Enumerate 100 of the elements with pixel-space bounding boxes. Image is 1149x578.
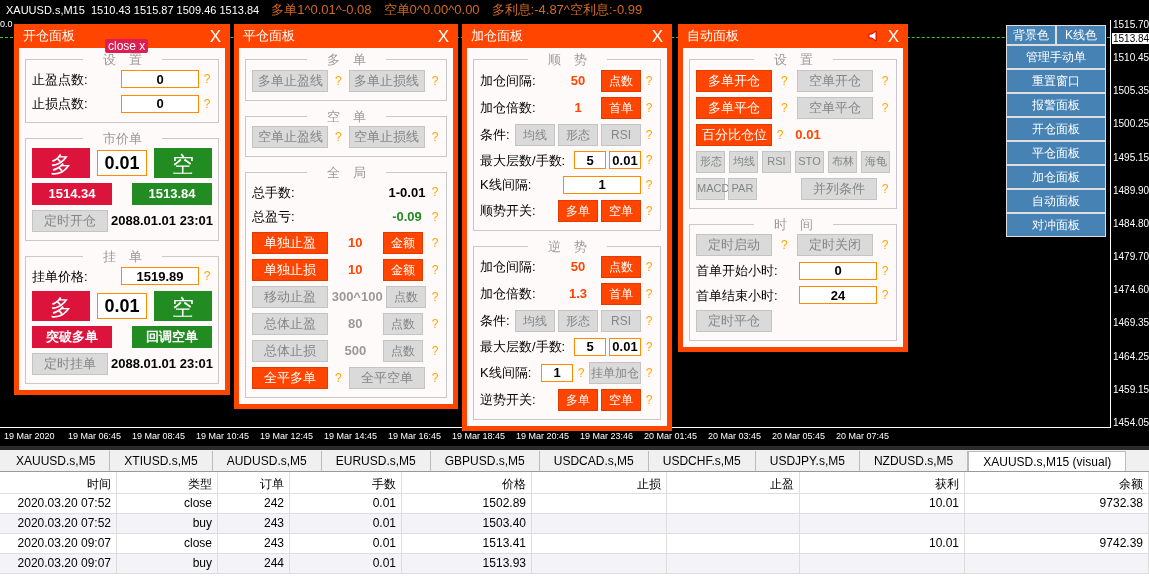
number-field[interactable]: 0.01 bbox=[609, 151, 641, 170]
help-mark[interactable]: ? bbox=[644, 285, 654, 303]
number-field[interactable]: 5 bbox=[574, 151, 606, 170]
help-mark[interactable]: ? bbox=[644, 175, 654, 194]
close-button[interactable]: X bbox=[437, 27, 449, 45]
menu-button[interactable]: 对冲面板 bbox=[1006, 213, 1106, 237]
menu-button[interactable]: 自动面板 bbox=[1006, 189, 1106, 213]
panel-button[interactable]: 挂单加仓 bbox=[589, 361, 641, 384]
panel-button[interactable]: 并列条件 bbox=[801, 177, 877, 200]
panel-button[interactable]: 定时平仓 bbox=[696, 310, 772, 332]
help-mark[interactable]: ? bbox=[644, 390, 654, 409]
help-mark[interactable]: ? bbox=[775, 125, 785, 144]
column-header[interactable]: 价格 bbox=[402, 472, 532, 494]
panel-button[interactable]: 空单止损线 bbox=[348, 126, 425, 148]
help-mark[interactable]: ? bbox=[430, 207, 440, 226]
panel-button[interactable]: 总体止盈 bbox=[252, 312, 328, 335]
help-mark[interactable]: ? bbox=[644, 151, 654, 170]
number-field[interactable]: 0.01 bbox=[97, 293, 147, 319]
column-header[interactable]: 手数 bbox=[290, 472, 402, 494]
menu-button[interactable]: 开仓面板 bbox=[1006, 117, 1106, 141]
panel-button[interactable]: 点数 bbox=[601, 256, 641, 278]
close-button[interactable]: X bbox=[651, 27, 663, 45]
help-mark[interactable]: ? bbox=[644, 258, 654, 276]
help-mark[interactable]: ? bbox=[430, 233, 440, 252]
number-field[interactable]: 1 bbox=[563, 175, 641, 194]
panel-button[interactable]: 首单 bbox=[601, 96, 641, 119]
panel-button[interactable]: 均线 bbox=[729, 150, 758, 173]
help-mark[interactable]: ? bbox=[644, 125, 654, 144]
help-mark[interactable]: ? bbox=[880, 98, 890, 117]
number-field[interactable]: 0.01 bbox=[609, 337, 641, 356]
help-mark[interactable]: ? bbox=[430, 314, 440, 333]
close-badge[interactable]: close x bbox=[105, 39, 149, 53]
panel-button[interactable]: 金额 bbox=[382, 258, 423, 281]
help-mark[interactable]: ? bbox=[430, 183, 440, 202]
panel-button[interactable]: 首单 bbox=[601, 283, 641, 305]
buy-button[interactable]: 1514.34 bbox=[32, 183, 112, 205]
help-mark[interactable]: ? bbox=[430, 128, 440, 146]
panel-button[interactable]: 定时开仓 bbox=[32, 210, 108, 232]
column-header[interactable]: 余额 bbox=[965, 472, 1149, 494]
panel-button[interactable]: 多单 bbox=[558, 388, 598, 411]
buy-button[interactable]: 突破多单 bbox=[32, 326, 112, 348]
panel-button[interactable]: 形态 bbox=[696, 150, 725, 173]
panel-button[interactable]: 多单 bbox=[558, 199, 598, 222]
column-header[interactable]: 类型 bbox=[117, 472, 218, 494]
buy-button[interactable]: 多 bbox=[32, 148, 90, 178]
number-field[interactable]: 0.01 bbox=[97, 150, 147, 176]
column-header[interactable]: 获利 bbox=[800, 472, 965, 494]
panel-button[interactable]: PAR bbox=[728, 177, 757, 200]
panel-button[interactable]: 点数 bbox=[382, 312, 423, 335]
panel-button[interactable]: 多单平仓 bbox=[696, 96, 772, 119]
help-mark[interactable]: ? bbox=[430, 341, 440, 360]
help-mark[interactable]: ? bbox=[202, 267, 212, 286]
panel-button[interactable]: 空单 bbox=[601, 388, 641, 411]
panel-button[interactable]: 单独止盈 bbox=[252, 231, 328, 254]
help-mark[interactable]: ? bbox=[202, 70, 212, 89]
close-button[interactable]: X bbox=[887, 27, 899, 45]
panel-button[interactable]: 多单开仓 bbox=[696, 69, 772, 92]
help-mark[interactable]: ? bbox=[880, 261, 890, 280]
number-field[interactable]: 5 bbox=[574, 337, 606, 356]
help-mark[interactable]: ? bbox=[644, 71, 654, 90]
help-mark[interactable]: ? bbox=[880, 286, 890, 305]
panel-button[interactable]: 形态 bbox=[558, 123, 598, 146]
panel-button[interactable]: STO bbox=[795, 150, 824, 173]
help-mark[interactable]: ? bbox=[333, 128, 344, 146]
panel-button[interactable]: 形态 bbox=[558, 310, 598, 332]
panel-button[interactable]: 定时启动 bbox=[696, 234, 772, 256]
sell-button[interactable]: 回调空单 bbox=[132, 326, 212, 348]
panel-button[interactable]: 总体止损 bbox=[252, 339, 328, 362]
close-button[interactable]: X bbox=[209, 27, 221, 45]
number-field[interactable]: 0 bbox=[121, 70, 199, 89]
help-mark[interactable]: ? bbox=[779, 71, 790, 90]
menu-button[interactable]: 平仓面板 bbox=[1006, 141, 1106, 165]
menu-button[interactable]: 管理手动单 bbox=[1006, 45, 1106, 69]
panel-button[interactable]: 点数 bbox=[382, 339, 423, 362]
help-mark[interactable]: ? bbox=[430, 287, 440, 306]
help-mark[interactable]: ? bbox=[644, 312, 654, 330]
panel-button[interactable]: RSI bbox=[762, 150, 791, 173]
panel-button[interactable]: 均线 bbox=[515, 123, 555, 146]
number-field[interactable]: 0 bbox=[121, 94, 199, 113]
help-mark[interactable]: ? bbox=[576, 363, 586, 382]
panel-button[interactable]: 金额 bbox=[382, 231, 423, 254]
panel-button[interactable]: 多单止损线 bbox=[348, 69, 425, 92]
symbol-tab[interactable]: XAUUSD.s,M15 (visual) bbox=[968, 451, 1127, 471]
help-mark[interactable]: ? bbox=[644, 98, 654, 117]
sell-button[interactable]: 空 bbox=[154, 148, 212, 178]
panel-button[interactable]: 均线 bbox=[515, 310, 555, 332]
help-mark[interactable]: ? bbox=[880, 179, 890, 198]
panel-button[interactable]: 定时挂单 bbox=[32, 353, 108, 375]
help-mark[interactable]: ? bbox=[430, 368, 440, 387]
help-mark[interactable]: ? bbox=[333, 368, 344, 387]
help-mark[interactable]: ? bbox=[202, 94, 212, 113]
column-header[interactable]: 止损 bbox=[532, 472, 667, 494]
menu-button[interactable]: 报警面板 bbox=[1006, 93, 1106, 117]
panel-button[interactable]: 空单平仓 bbox=[796, 96, 873, 119]
help-mark[interactable]: ? bbox=[644, 337, 654, 356]
panel-button[interactable]: 移动止盈 bbox=[252, 285, 328, 308]
panel-button[interactable]: 布林 bbox=[828, 150, 857, 173]
panel-button[interactable]: 百分比仓位 bbox=[696, 123, 772, 146]
panel-button[interactable]: 空单开仓 bbox=[796, 69, 873, 92]
sell-button[interactable]: 空 bbox=[154, 291, 212, 321]
